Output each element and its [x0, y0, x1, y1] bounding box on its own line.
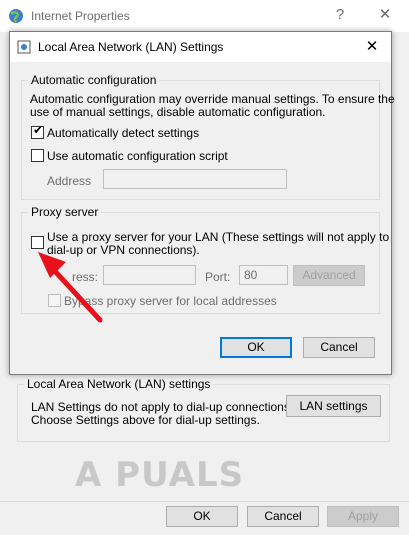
help-button[interactable]: ? — [330, 5, 350, 25]
dialog-title-bar: Local Area Network (LAN) Settings ✕ — [10, 32, 391, 62]
outer-window-title: Internet Properties — [31, 9, 130, 23]
red-arrow-annotation — [38, 252, 103, 323]
lan-info-line1: LAN Settings do not apply to dial-up con… — [31, 400, 294, 414]
appuals-watermark: A PUALS — [75, 455, 245, 495]
outer-apply-button[interactable]: Apply — [327, 506, 399, 527]
outer-title-bar: Internet Properties ? ✕ — [0, 0, 409, 32]
dialog-title: Local Area Network (LAN) Settings — [38, 40, 224, 54]
lan-settings-button[interactable]: LAN settings — [286, 395, 381, 417]
script-address-label: Address — [47, 174, 92, 188]
outer-close-button[interactable]: ✕ — [375, 5, 395, 25]
dialog-close-button[interactable]: ✕ — [362, 37, 382, 57]
auto-script-label: Use automatic configuration script — [47, 149, 228, 163]
proxy-port-value: 80 — [244, 268, 258, 282]
proxy-port-label: Port: — [205, 270, 231, 284]
proxy-port-input[interactable]: 80 — [239, 265, 288, 285]
footer-divider — [0, 501, 409, 502]
dialog-cancel-button[interactable]: Cancel — [303, 337, 375, 358]
lan-info-line2: Choose Settings above for dial-up settin… — [31, 413, 260, 427]
auto-config-desc1: Automatic configuration may override man… — [30, 92, 395, 106]
advanced-button[interactable]: Advanced — [293, 265, 365, 286]
script-address-input[interactable] — [103, 169, 287, 189]
lan-settings-heading: Local Area Network (LAN) settings — [24, 377, 214, 391]
auto-script-checkbox[interactable] — [31, 149, 44, 162]
outer-ok-button[interactable]: OK — [166, 506, 238, 527]
auto-config-legend: Automatic configuration — [28, 73, 160, 87]
auto-detect-checkbox[interactable]: ✔ — [31, 123, 44, 139]
outer-cancel-button[interactable]: Cancel — [247, 506, 319, 527]
checkmark-icon: ✔ — [33, 123, 44, 137]
auto-detect-label: Automatically detect settings — [47, 126, 200, 140]
network-settings-icon — [17, 40, 31, 54]
internet-globe-icon — [9, 9, 23, 23]
auto-config-desc2: use of manual settings, disable automati… — [30, 105, 326, 119]
dialog-ok-button[interactable]: OK — [220, 337, 292, 358]
proxy-legend: Proxy server — [28, 205, 102, 219]
